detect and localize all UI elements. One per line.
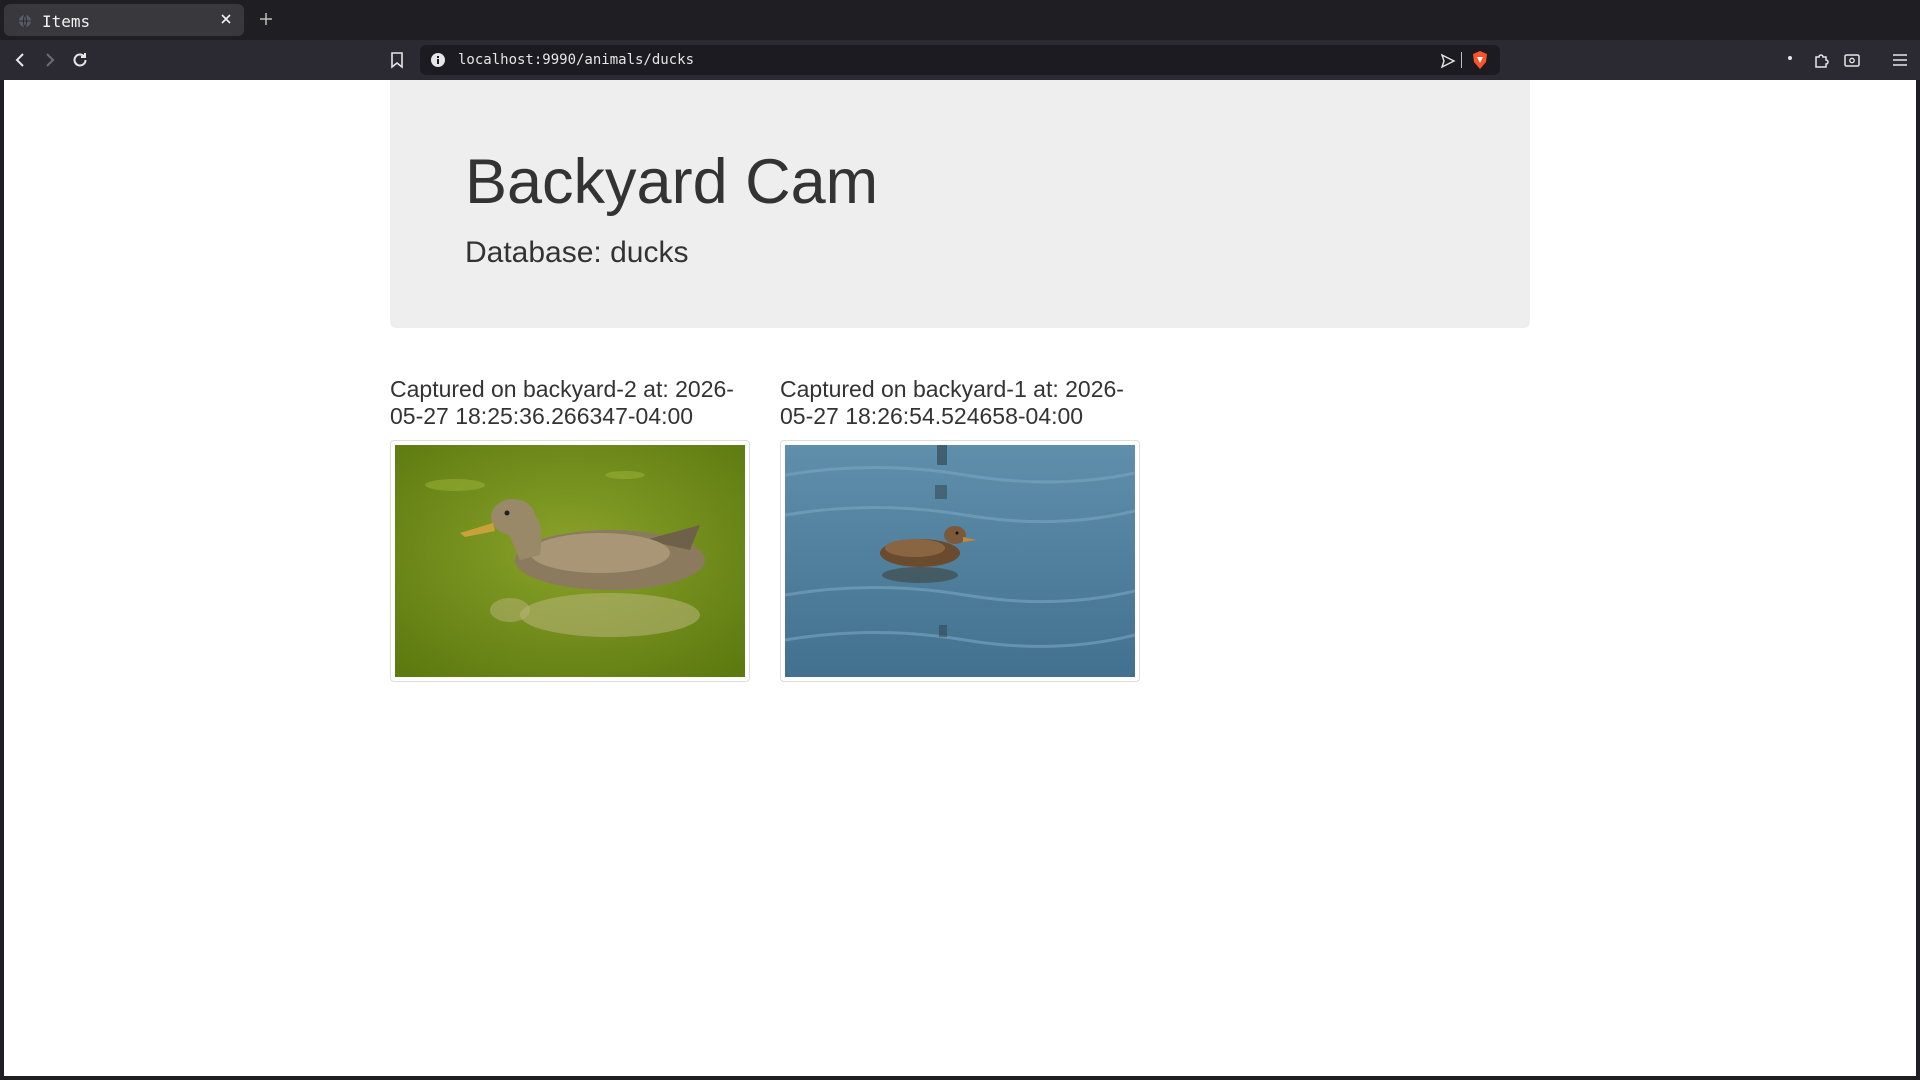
bookmark-icon[interactable] [387, 50, 407, 70]
capture-caption: Captured on backyard-1 at: 2026-05-27 18… [780, 376, 1124, 429]
duck-photo-image [395, 445, 745, 677]
database-label: Database: ducks [465, 236, 689, 269]
page-title: Backyard Cam [465, 147, 879, 217]
capture-thumbnail[interactable] [780, 440, 1140, 682]
tab-title: Items [42, 12, 91, 31]
address-bar-divider [1461, 52, 1462, 68]
tab-strip: Items [0, 0, 1920, 40]
close-icon[interactable] [218, 11, 234, 27]
back-icon[interactable] [10, 50, 30, 70]
header-banner: Backyard Cam Database: ducks [390, 80, 1530, 328]
capture-card: Captured on backyard-1 at: 2026-05-27 18… [780, 376, 1140, 682]
puzzle-icon[interactable] [1812, 50, 1832, 70]
wallet-icon[interactable] [1842, 50, 1862, 70]
new-tab-icon[interactable] [258, 11, 274, 27]
page-viewport: Backyard Cam Database: ducks Captured on… [4, 80, 1916, 1076]
browser-toolbar: localhost:9990/animals/ducks 58 [0, 40, 1920, 114]
capture-thumbnail[interactable] [390, 440, 750, 682]
address-bar[interactable]: localhost:9990/animals/ducks [420, 45, 1500, 75]
forward-icon[interactable] [40, 50, 60, 70]
browser-tab[interactable]: Items [4, 4, 244, 36]
globe-icon [19, 14, 31, 28]
send-icon[interactable] [1440, 53, 1456, 69]
duck-photo-image [785, 445, 1135, 677]
reload-icon[interactable] [70, 50, 90, 70]
brave-shield-icon[interactable] [1470, 50, 1490, 70]
extension-icon[interactable] [1780, 50, 1800, 70]
capture-caption: Captured on backyard-2 at: 2026-05-27 18… [390, 376, 734, 429]
capture-card: Captured on backyard-2 at: 2026-05-27 18… [390, 376, 750, 682]
url-text[interactable]: localhost:9990/animals/ducks [458, 52, 694, 68]
info-icon[interactable] [430, 52, 446, 68]
menu-icon[interactable] [1890, 50, 1910, 70]
